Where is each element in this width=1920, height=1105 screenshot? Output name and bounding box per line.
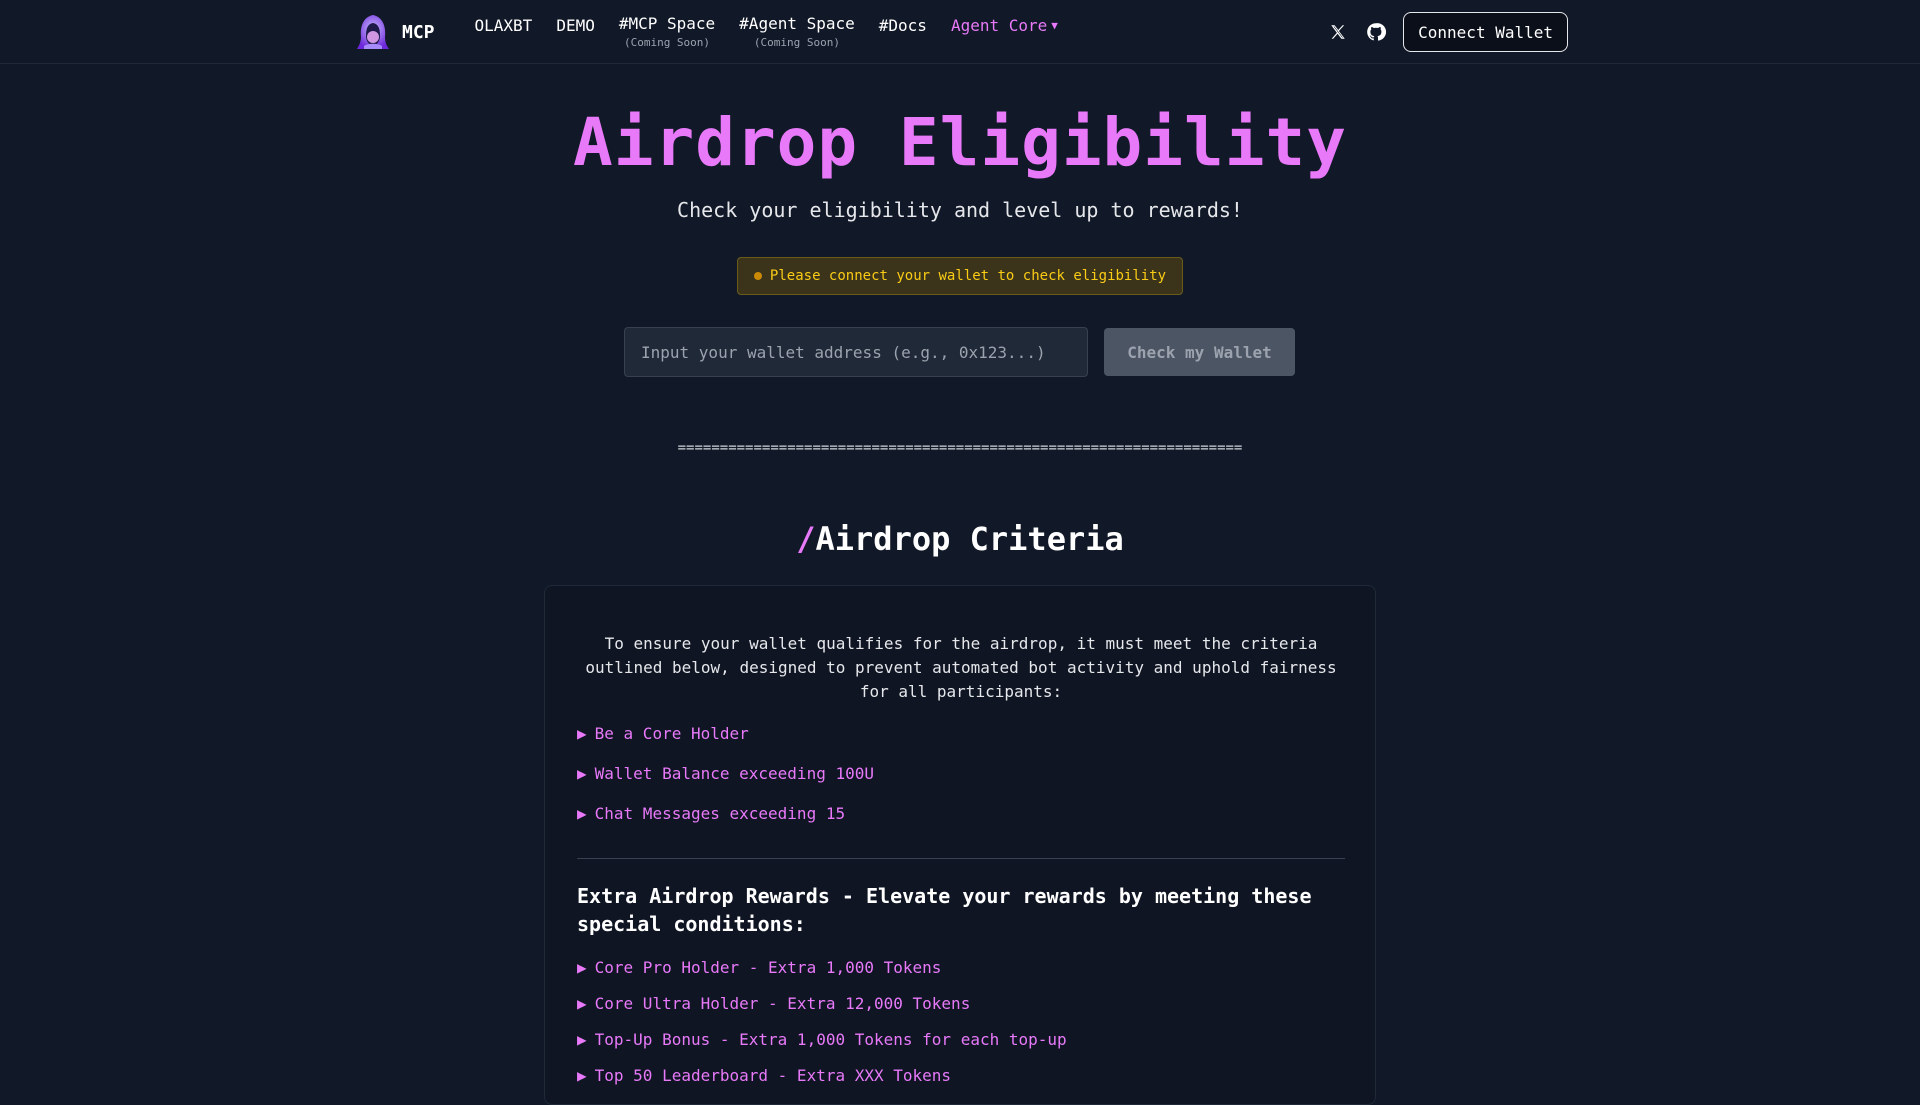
- coming-soon-label: (Coming Soon): [753, 36, 841, 49]
- notice-text: Please connect your wallet to check elig…: [769, 268, 1167, 284]
- criteria-heading-text: Airdrop Criteria: [815, 520, 1124, 558]
- triangle-right-icon: ▶: [577, 804, 587, 823]
- extra-reward-text: Core Ultra Holder - Extra 12,000 Tokens: [594, 994, 971, 1013]
- extra-reward-item: ▶ Top 50 Leaderboard - Extra XXX Tokens: [577, 1064, 1345, 1100]
- page-subtitle: Check your eligibility and level up to r…: [677, 198, 1243, 222]
- criteria-item: ▶ Be a Core Holder: [577, 722, 1345, 762]
- triangle-right-icon: ▶: [577, 1030, 587, 1049]
- hooded-avatar-logo-icon: [357, 15, 389, 49]
- criteria-item-text: Chat Messages exceeding 15: [594, 804, 846, 823]
- caret-down-icon: ▼: [1051, 19, 1058, 32]
- nav-link-docs[interactable]: #Docs: [879, 14, 927, 36]
- extra-reward-item: ▶ Top-Up Bonus - Extra 1,000 Tokens for e…: [577, 1028, 1345, 1064]
- extra-rewards-heading: Extra Airdrop Rewards - Elevate your rew…: [577, 884, 1312, 936]
- nav-link-label: #Agent Space: [739, 14, 855, 33]
- nav-link-label: #MCP Space: [618, 14, 716, 33]
- criteria-intro: To ensure your wallet qualifies for the …: [585, 634, 1337, 701]
- ascii-divider: ========================================…: [677, 440, 1243, 456]
- nav-link-label: DEMO: [556, 16, 595, 35]
- extra-reward-text: Core Pro Holder - Extra 1,000 Tokens: [594, 958, 942, 977]
- page-title: Airdrop Eligibility: [573, 104, 1347, 181]
- criteria-item-text: Wallet Balance exceeding 100U: [594, 764, 874, 783]
- coming-soon-label: (Coming Soon): [623, 36, 711, 49]
- nav-container: MCP OLAXBT DEMO #MCP Space (Coming Soon)…: [354, 0, 1568, 64]
- brand-home-link[interactable]: MCP: [354, 13, 435, 51]
- extra-reward-text: Top-Up Bonus - Extra 1,000 Tokens for ea…: [594, 1030, 1067, 1049]
- card-divider: [577, 858, 1345, 859]
- criteria-heading: /Airdrop Criteria: [0, 520, 1920, 558]
- top-nav: MCP OLAXBT DEMO #MCP Space (Coming Soon)…: [0, 0, 1920, 64]
- connect-wallet-button[interactable]: Connect Wallet: [1403, 12, 1568, 52]
- criteria-item: ▶ Chat Messages exceeding 15: [577, 802, 1345, 842]
- nav-link-label: OLAXBT: [474, 16, 533, 35]
- triangle-right-icon: ▶: [577, 994, 587, 1013]
- dropdown-label: Agent Core: [950, 16, 1048, 35]
- criteria-list: ▶ Be a Core Holder ▶ Wallet Balance exceed…: [577, 722, 1345, 842]
- extra-reward-text: Top 50 Leaderboard - Extra XXX Tokens: [594, 1066, 952, 1085]
- triangle-right-icon: ▶: [577, 724, 587, 743]
- nav-link-label: #Docs: [878, 16, 927, 35]
- x-icon[interactable]: [1327, 21, 1349, 43]
- extra-reward-item: ▶ Core Pro Holder - Extra 1,000 Tokens: [577, 956, 1345, 992]
- criteria-card: To ensure your wallet qualifies for the …: [544, 585, 1376, 1105]
- criteria-item-text: Be a Core Holder: [594, 724, 749, 743]
- nav-link-olaxbt[interactable]: OLAXBT: [475, 14, 533, 36]
- check-wallet-button[interactable]: Check my Wallet: [1104, 328, 1295, 376]
- brand-name: MCP: [402, 21, 435, 43]
- nav-link-agent-space[interactable]: #Agent Space (Coming Soon): [739, 14, 855, 50]
- agent-core-dropdown[interactable]: Agent Core ▼: [951, 14, 1058, 36]
- nav-link-mcp-space[interactable]: #MCP Space (Coming Soon): [619, 14, 715, 50]
- github-icon[interactable]: [1365, 21, 1387, 43]
- wallet-address-input[interactable]: [624, 327, 1088, 377]
- nav-right: Connect Wallet: [1327, 12, 1568, 52]
- triangle-right-icon: ▶: [577, 764, 587, 783]
- heading-slash: /: [796, 520, 816, 558]
- criteria-item: ▶ Wallet Balance exceeding 100U: [577, 762, 1345, 802]
- triangle-right-icon: ▶: [577, 958, 587, 977]
- extra-rewards-list: ▶ Core Pro Holder - Extra 1,000 Tokens ▶ C…: [577, 956, 1345, 1100]
- triangle-right-icon: ▶: [577, 1066, 587, 1085]
- connect-wallet-notice: Please connect your wallet to check elig…: [737, 257, 1183, 295]
- warning-dot-icon: [753, 272, 762, 280]
- extra-reward-item: ▶ Core Ultra Holder - Extra 12,000 Tokens: [577, 992, 1345, 1028]
- nav-link-demo[interactable]: DEMO: [556, 14, 595, 36]
- nav-links: OLAXBT DEMO #MCP Space (Coming Soon) #Ag…: [475, 14, 1058, 50]
